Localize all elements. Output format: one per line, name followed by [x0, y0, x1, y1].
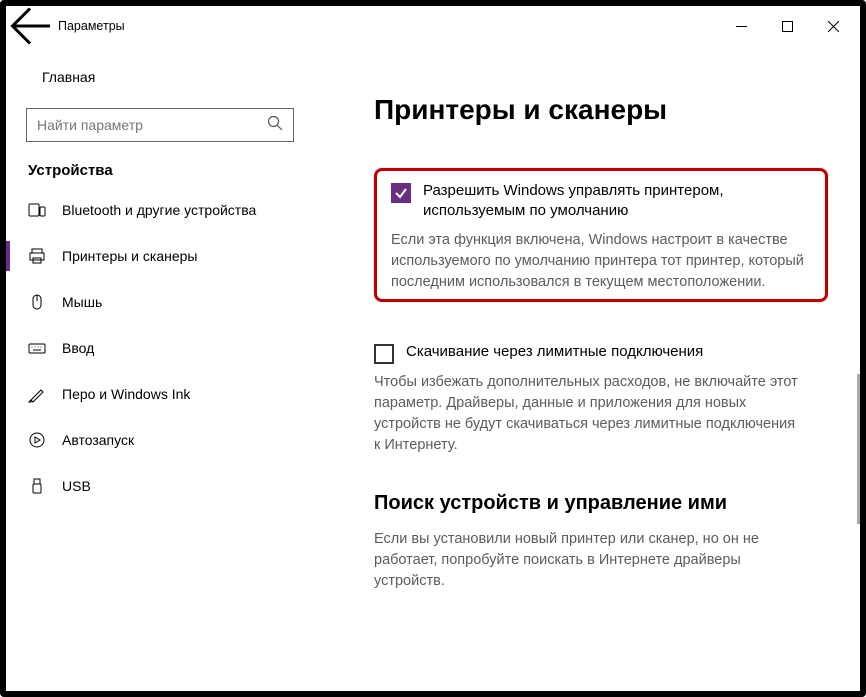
- metered-checkbox-row[interactable]: Скачивание через лимитные подключения: [374, 342, 798, 364]
- checkbox-label: Разрешить Windows управлять принтером, и…: [423, 181, 811, 222]
- home-label: Главная: [42, 69, 95, 85]
- sidebar-item-label: Автозапуск: [62, 432, 134, 448]
- sidebar-item-usb[interactable]: USB: [6, 463, 314, 509]
- sidebar-item-typing[interactable]: Ввод: [6, 325, 314, 371]
- scrollbar-thumb[interactable]: [857, 374, 860, 524]
- minimize-button[interactable]: [718, 8, 764, 44]
- device-search-section: Поиск устройств и управление ими Если вы…: [374, 492, 828, 592]
- mouse-icon: [28, 293, 46, 311]
- autoplay-icon: [28, 431, 46, 449]
- sidebar-item-bluetooth[interactable]: Bluetooth и другие устройства: [6, 187, 314, 233]
- sidebar-item-pen[interactable]: Перо и Windows Ink: [6, 371, 314, 417]
- sidebar: Главная Устройства Bluetooth и другие ус…: [6, 46, 314, 691]
- checkbox-unchecked-icon[interactable]: [374, 344, 394, 364]
- search-input[interactable]: [37, 117, 257, 133]
- window-controls: [718, 8, 856, 44]
- section-description: Если вы установили новый принтер или ска…: [374, 529, 798, 592]
- arrow-left-icon: [10, 6, 50, 46]
- window-title: Параметры: [58, 19, 125, 33]
- setting-description: Чтобы избежать дополнительных расходов, …: [374, 372, 798, 456]
- sidebar-item-printers[interactable]: Принтеры и сканеры: [6, 233, 314, 279]
- close-button[interactable]: [810, 8, 856, 44]
- sidebar-item-label: Перо и Windows Ink: [62, 386, 190, 402]
- section-heading: Поиск устройств и управление ими: [374, 492, 798, 515]
- sidebar-item-label: Ввод: [62, 340, 94, 356]
- back-button[interactable]: [10, 6, 50, 46]
- printer-icon: [28, 247, 46, 265]
- setting-description: Если эта функция включена, Windows настр…: [391, 230, 811, 293]
- sidebar-home[interactable]: Главная: [6, 58, 314, 96]
- highlighted-setting: Разрешить Windows управлять принтером, и…: [374, 168, 828, 302]
- checkbox-label: Скачивание через лимитные подключения: [406, 342, 703, 362]
- sidebar-item-autoplay[interactable]: Автозапуск: [6, 417, 314, 463]
- sidebar-item-label: Bluetooth и другие устройства: [62, 202, 256, 218]
- usb-icon: [28, 477, 46, 495]
- search-icon: [267, 115, 283, 136]
- sidebar-item-label: Мышь: [62, 294, 102, 310]
- sidebar-item-label: Принтеры и сканеры: [62, 248, 197, 264]
- pen-icon: [28, 385, 46, 403]
- titlebar: Параметры: [6, 6, 860, 46]
- sidebar-section-header: Устройства: [6, 162, 314, 187]
- checkbox-checked-icon[interactable]: [391, 183, 411, 203]
- maximize-button[interactable]: [764, 8, 810, 44]
- default-printer-checkbox-row[interactable]: Разрешить Windows управлять принтером, и…: [391, 181, 811, 222]
- search-box[interactable]: [26, 108, 294, 142]
- metered-download-section: Скачивание через лимитные подключения Чт…: [374, 342, 828, 456]
- sidebar-item-mouse[interactable]: Мышь: [6, 279, 314, 325]
- content-area: Принтеры и сканеры Разрешить Windows упр…: [314, 46, 860, 691]
- keyboard-icon: [28, 339, 46, 357]
- page-title: Принтеры и сканеры: [374, 94, 828, 126]
- devices-icon: [28, 201, 46, 219]
- sidebar-item-label: USB: [62, 478, 91, 494]
